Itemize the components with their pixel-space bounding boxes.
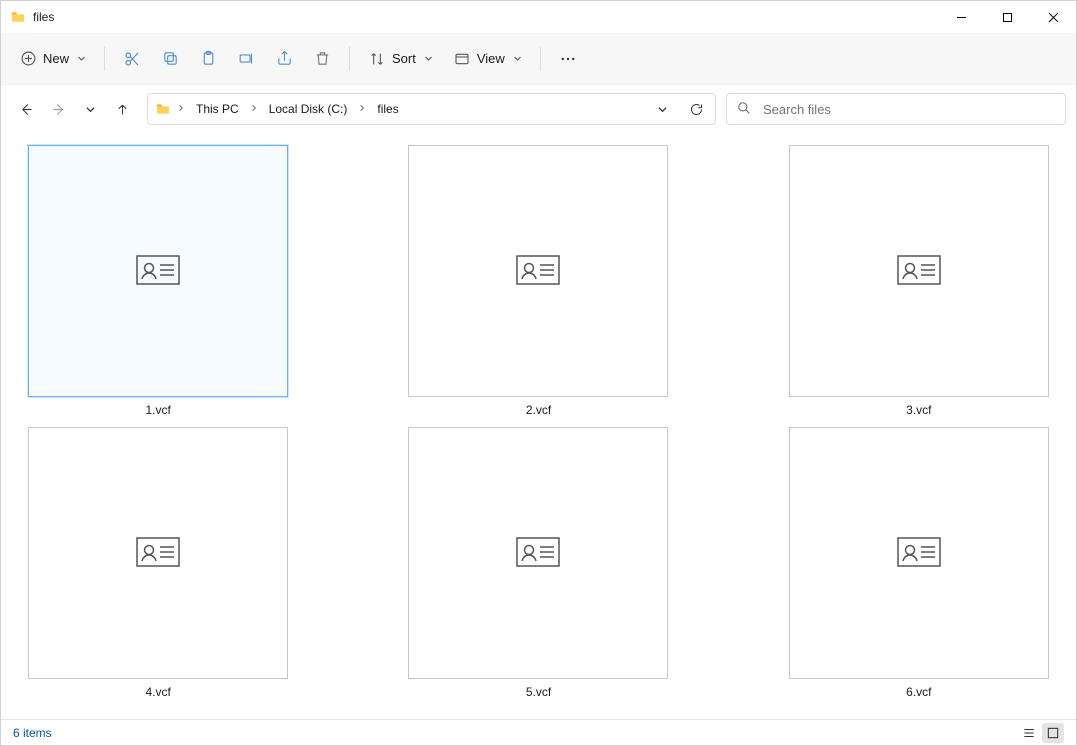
scissors-icon — [123, 50, 141, 68]
search-icon — [737, 101, 751, 118]
contact-card-icon — [897, 255, 941, 288]
status-text: 6 items — [13, 726, 52, 740]
file-item[interactable]: 5.vcf — [393, 427, 683, 699]
file-name: 3.vcf — [906, 403, 931, 417]
nav-up-button[interactable] — [107, 94, 137, 124]
nav-forward-button[interactable] — [43, 94, 73, 124]
contact-card-icon — [136, 537, 180, 570]
breadcrumb-this-pc[interactable]: This PC — [190, 98, 245, 120]
paste-button[interactable] — [191, 41, 225, 77]
address-row: This PC Local Disk (C:) files — [1, 85, 1076, 133]
file-item[interactable]: 2.vcf — [393, 145, 683, 417]
view-label: View — [477, 51, 505, 66]
contact-card-icon — [897, 537, 941, 570]
toolbar: New Sort — [1, 33, 1076, 85]
file-area[interactable]: 1.vcf 2.vcf 3.vcf 4.vcf 5.vcf 6.vcf — [1, 133, 1076, 719]
contact-card-icon — [516, 255, 560, 288]
file-item[interactable]: 1.vcf — [13, 145, 303, 417]
rename-button[interactable] — [229, 41, 263, 77]
breadcrumb-files[interactable]: files — [371, 98, 404, 120]
file-thumbnail — [789, 145, 1049, 397]
contact-card-icon — [136, 255, 180, 288]
folder-icon — [9, 8, 27, 26]
window-title: files — [33, 10, 54, 24]
file-item[interactable]: 6.vcf — [774, 427, 1064, 699]
file-name: 4.vcf — [145, 685, 170, 699]
delete-button[interactable] — [305, 41, 339, 77]
separator — [104, 47, 105, 71]
file-thumbnail — [408, 427, 668, 679]
chevron-down-icon — [424, 52, 433, 66]
minimize-button[interactable] — [938, 1, 984, 33]
rename-icon — [237, 50, 255, 68]
address-dropdown-button[interactable] — [649, 96, 675, 122]
new-label: New — [43, 51, 69, 66]
folder-icon — [154, 100, 172, 118]
file-thumbnail — [28, 145, 288, 397]
chevron-right-icon — [176, 104, 186, 115]
file-thumbnail — [28, 427, 288, 679]
more-button[interactable] — [551, 41, 585, 77]
file-name: 5.vcf — [526, 685, 551, 699]
copy-button[interactable] — [153, 41, 187, 77]
thumbnails-view-button[interactable] — [1042, 723, 1064, 743]
status-bar: 6 items — [1, 719, 1076, 745]
share-button[interactable] — [267, 41, 301, 77]
title-bar: files — [1, 1, 1076, 33]
sort-button[interactable]: Sort — [360, 41, 441, 77]
sort-icon — [368, 50, 386, 68]
contact-card-icon — [516, 537, 560, 570]
address-bar[interactable]: This PC Local Disk (C:) files — [147, 93, 716, 125]
share-icon — [275, 50, 293, 68]
chevron-down-icon — [77, 52, 86, 66]
trash-icon — [313, 50, 331, 68]
breadcrumb-local-disk[interactable]: Local Disk (C:) — [263, 98, 354, 120]
close-button[interactable] — [1030, 1, 1076, 33]
copy-icon — [161, 50, 179, 68]
nav-recent-button[interactable] — [75, 94, 105, 124]
chevron-right-icon — [357, 104, 367, 115]
new-button[interactable]: New — [11, 41, 94, 77]
refresh-button[interactable] — [683, 96, 709, 122]
nav-back-button[interactable] — [11, 94, 41, 124]
maximize-button[interactable] — [984, 1, 1030, 33]
sort-label: Sort — [392, 51, 416, 66]
search-box[interactable] — [726, 93, 1066, 125]
details-view-button[interactable] — [1018, 723, 1040, 743]
separator — [349, 47, 350, 71]
file-name: 6.vcf — [906, 685, 931, 699]
file-item[interactable]: 3.vcf — [774, 145, 1064, 417]
chevron-down-icon — [513, 52, 522, 66]
cut-button[interactable] — [115, 41, 149, 77]
file-thumbnail — [408, 145, 668, 397]
file-name: 1.vcf — [145, 403, 170, 417]
view-button[interactable]: View — [445, 41, 530, 77]
view-icon — [453, 50, 471, 68]
ellipsis-icon — [559, 50, 577, 68]
search-input[interactable] — [761, 101, 1055, 118]
clipboard-icon — [199, 50, 217, 68]
separator — [540, 47, 541, 71]
chevron-right-icon — [249, 104, 259, 115]
new-icon — [19, 50, 37, 68]
file-thumbnail — [789, 427, 1049, 679]
file-item[interactable]: 4.vcf — [13, 427, 303, 699]
file-name: 2.vcf — [526, 403, 551, 417]
